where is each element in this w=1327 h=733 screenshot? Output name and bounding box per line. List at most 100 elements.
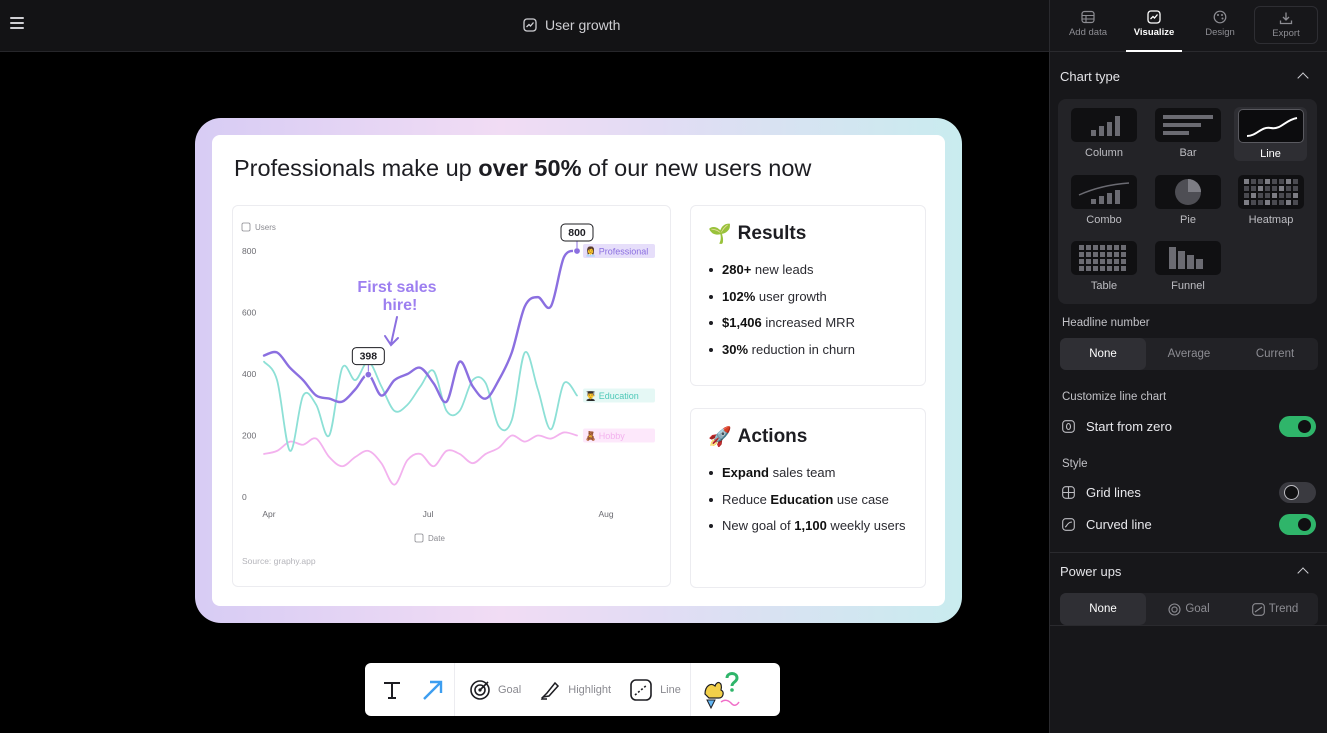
heatmap-cell — [1251, 186, 1256, 191]
actions-title: Actions — [737, 426, 808, 447]
chart-type-bar-label: Bar — [1179, 147, 1197, 159]
palette-icon — [1213, 10, 1227, 24]
trend-icon — [1251, 602, 1265, 616]
chart-type-column[interactable]: Column — [1069, 108, 1139, 166]
tab-add-data-label: Add data — [1068, 27, 1108, 38]
chart-type-grid: Column Bar Line Combo Pie Heatmap Table … — [1058, 99, 1317, 304]
results-item: 30% reduction in churn — [709, 342, 855, 369]
x-axis-label: Date — [428, 534, 445, 543]
table-cell — [1121, 266, 1126, 271]
chart-type-combo[interactable]: Combo — [1069, 175, 1139, 233]
table-cell — [1100, 252, 1105, 257]
chart-type-funnel[interactable]: Funnel — [1153, 241, 1223, 299]
text-tool-button[interactable] — [365, 663, 412, 716]
tab-design-label: Design — [1205, 27, 1235, 38]
table-cell — [1107, 245, 1112, 250]
arrow-tool-button[interactable] — [412, 663, 454, 716]
headline-none-option[interactable]: None — [1060, 338, 1146, 370]
document-title-text: User growth — [545, 17, 621, 33]
tab-design[interactable]: Design — [1188, 6, 1252, 48]
heatmap-cell — [1286, 193, 1291, 198]
chart-type-pie[interactable]: Pie — [1153, 175, 1223, 233]
heatmap-cell — [1244, 186, 1249, 191]
table-cell — [1100, 245, 1105, 250]
series-line-hobby — [263, 431, 578, 486]
power-ups-heading: Power ups — [1060, 564, 1122, 579]
heatmap-cell — [1265, 186, 1270, 191]
line-tool-button[interactable]: Line — [620, 663, 690, 716]
heatmap-cell — [1265, 200, 1270, 205]
hamburger-menu-icon[interactable] — [10, 17, 24, 29]
chart-type-table[interactable]: Table — [1069, 241, 1139, 299]
chevron-up-icon[interactable] — [1297, 567, 1309, 579]
chart-type-bar[interactable]: Bar — [1153, 108, 1223, 166]
y-tick-label: 600 — [242, 308, 256, 318]
goal-tool-button[interactable]: Goal — [455, 663, 530, 716]
panel-divider — [1050, 625, 1327, 626]
chart-card-frame: Professionals make up over 50% of our ne… — [195, 118, 962, 623]
table-cell — [1107, 259, 1112, 264]
line-tool-label: Line — [660, 683, 681, 696]
table-cell — [1100, 266, 1105, 271]
tab-add-data[interactable]: Add data — [1056, 6, 1120, 48]
highlight-tool-label: Highlight — [568, 683, 612, 696]
chart-type-line-label: Line — [1260, 148, 1281, 160]
table-cell — [1093, 245, 1098, 250]
table-cell — [1114, 266, 1119, 271]
headline-current-option[interactable]: Current — [1232, 338, 1318, 370]
chevron-up-icon[interactable] — [1297, 72, 1309, 84]
tab-export[interactable]: Export — [1254, 6, 1318, 44]
table-cell — [1114, 259, 1119, 264]
heatmap-cell — [1251, 200, 1256, 205]
y-tick-label: 800 — [242, 246, 256, 256]
y-tick-label: 0 — [242, 492, 247, 502]
results-item: $1,406 increased MRR — [709, 315, 855, 342]
results-box[interactable]: 🌱 Results 280+ new leads 102% user growth… — [690, 205, 926, 386]
grid-lines-label: Grid lines — [1086, 484, 1141, 500]
heatmap-cell — [1265, 179, 1270, 184]
highlight-tool-button[interactable]: Highlight — [530, 663, 620, 716]
actions-item: Reduce Education use case — [709, 492, 906, 519]
grid-lines-toggle[interactable] — [1279, 481, 1316, 503]
actions-item: Expand sales team — [709, 465, 906, 492]
table-cell — [1079, 245, 1084, 250]
chart-icon — [523, 18, 537, 32]
download-icon — [1279, 12, 1293, 25]
card-headline[interactable]: Professionals make up over 50% of our ne… — [234, 155, 811, 182]
heatmap-cell — [1272, 200, 1277, 205]
sticker-tool-button[interactable] — [691, 663, 754, 716]
power-up-none-option[interactable]: None — [1060, 593, 1146, 625]
chart-type-funnel-label: Funnel — [1171, 280, 1205, 292]
table-chart-icon — [1071, 241, 1137, 275]
tab-visualize[interactable]: Visualize — [1122, 6, 1186, 52]
series-label-professional: 👩‍💼 Professional — [585, 246, 648, 257]
curved-line-toggle[interactable] — [1279, 513, 1316, 535]
zero-icon — [1062, 419, 1075, 433]
combo-chart-icon — [1071, 175, 1137, 209]
x-tick-label: Apr — [262, 509, 275, 519]
chart-type-heatmap[interactable]: Heatmap — [1236, 175, 1306, 233]
actions-heading: 🚀 Actions — [708, 425, 807, 449]
document-title[interactable]: User growth — [523, 17, 620, 33]
heatmap-cell — [1293, 179, 1298, 184]
power-up-goal-option[interactable]: Goal — [1146, 593, 1232, 625]
heatmap-cell — [1293, 186, 1298, 191]
grid-icon — [1062, 485, 1075, 499]
start-from-zero-toggle[interactable] — [1279, 415, 1316, 437]
tab-export-label: Export — [1272, 28, 1300, 39]
annotation-arrow — [384, 316, 399, 347]
chart-type-line[interactable]: Line — [1234, 107, 1307, 161]
tab-visualize-label: Visualize — [1133, 27, 1175, 38]
callout-value: 398 — [360, 351, 378, 363]
headline-average-option[interactable]: Average — [1146, 338, 1232, 370]
table-cell — [1086, 252, 1091, 257]
actions-box[interactable]: 🚀 Actions Expand sales team Reduce Educat… — [690, 408, 926, 588]
headline-number-segmented: None Average Current — [1060, 338, 1318, 370]
line-icon — [630, 678, 652, 701]
table-cell — [1093, 259, 1098, 264]
headline-number-label: Headline number — [1062, 317, 1150, 329]
annotation-text: First sales — [357, 279, 436, 296]
x-tick-label: Jul — [423, 509, 434, 519]
line-chart[interactable]: Users 0 200 400 600 800 Apr Jul Aug Date Source: g… — [232, 205, 671, 587]
power-up-trend-option[interactable]: Trend — [1232, 593, 1318, 625]
